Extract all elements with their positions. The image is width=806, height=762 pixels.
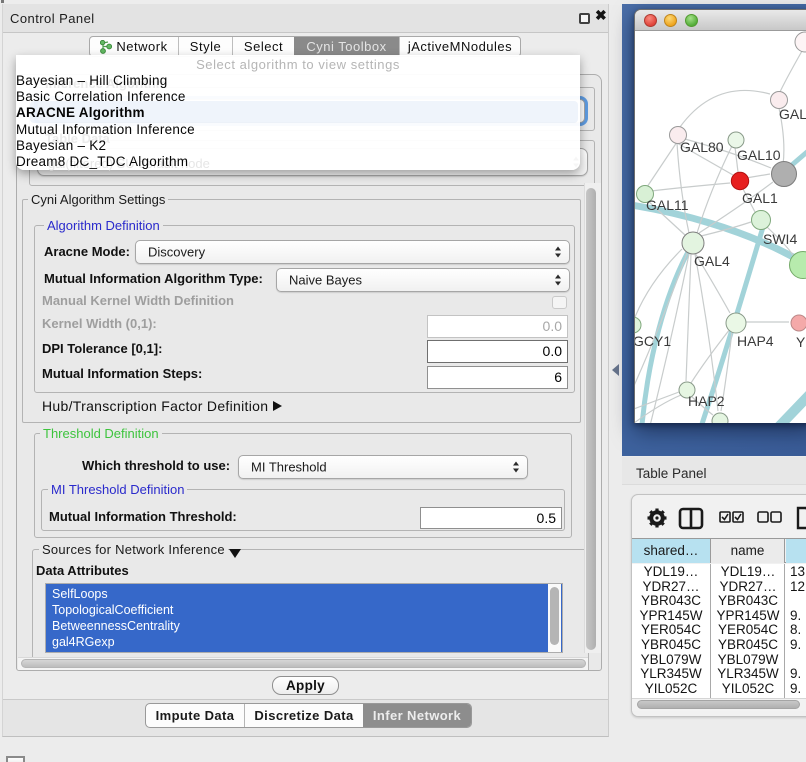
svg-text:HAP2: HAP2 — [688, 393, 725, 409]
svg-text:HAP4: HAP4 — [737, 333, 774, 349]
svg-text:Y: Y — [796, 334, 806, 350]
svg-text:GCY1: GCY1 — [635, 333, 671, 349]
svg-text:GAL: GAL — [779, 106, 806, 122]
svg-text:GAL80: GAL80 — [680, 139, 724, 155]
svg-text:GAL10: GAL10 — [737, 147, 781, 163]
svg-text:GAL11: GAL11 — [646, 197, 689, 213]
svg-text:GAL1: GAL1 — [742, 190, 778, 206]
svg-text:SWI4: SWI4 — [763, 231, 797, 247]
svg-text:GAL4: GAL4 — [694, 253, 730, 269]
